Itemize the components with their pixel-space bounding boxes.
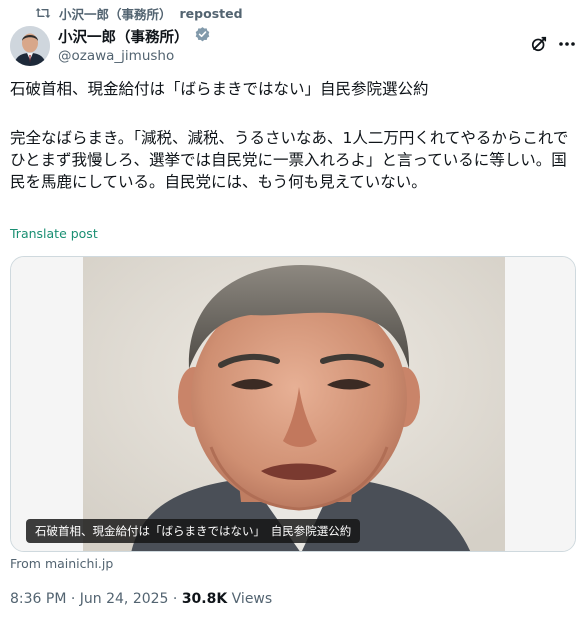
post-date[interactable]: Jun 24, 2025 bbox=[80, 591, 169, 607]
meta-separator: · bbox=[66, 591, 80, 607]
repost-indicator[interactable]: 小沢一郎（事務所） reposted bbox=[35, 4, 243, 22]
grok-icon[interactable] bbox=[529, 34, 549, 54]
post-meta: 8:36 PM · Jun 24, 2025 · 30.8K Views bbox=[10, 591, 272, 607]
meta-separator: · bbox=[168, 591, 182, 607]
author-info: 小沢一郎（事務所） @ozawa_jimusho bbox=[58, 26, 211, 64]
views-label: Views bbox=[227, 591, 273, 607]
author-name[interactable]: 小沢一郎（事務所） bbox=[58, 26, 189, 47]
author-handle[interactable]: @ozawa_jimusho bbox=[58, 48, 211, 64]
repost-label: reposted bbox=[179, 5, 243, 21]
more-icon[interactable] bbox=[557, 34, 577, 54]
media-caption: 石破首相、現金給付は「ばらまきではない」 自民参院選公約 bbox=[26, 519, 361, 543]
translate-post-link[interactable]: Translate post bbox=[10, 226, 98, 241]
views-count: 30.8K bbox=[181, 591, 228, 607]
verified-badge-icon bbox=[194, 26, 211, 47]
post-header: 小沢一郎（事務所） @ozawa_jimusho bbox=[10, 24, 577, 68]
post-body: 完全なばらまき。「減税、減税、うるさいなあ、1人二万円くれてやるからこれでひとま… bbox=[10, 129, 569, 191]
news-photo bbox=[11, 257, 575, 551]
repost-icon bbox=[35, 6, 51, 20]
card-source[interactable]: From mainichi.jp bbox=[10, 556, 113, 571]
link-card-media[interactable]: 石破首相、現金給付は「ばらまきではない」 自民参院選公約 bbox=[10, 256, 576, 552]
repost-user[interactable]: 小沢一郎（事務所） bbox=[59, 4, 172, 23]
avatar[interactable] bbox=[10, 26, 50, 66]
post-title: 石破首相、現金給付は「ばらまきではない」自民参院選公約 bbox=[10, 80, 429, 98]
post-time[interactable]: 8:36 PM bbox=[10, 591, 66, 607]
